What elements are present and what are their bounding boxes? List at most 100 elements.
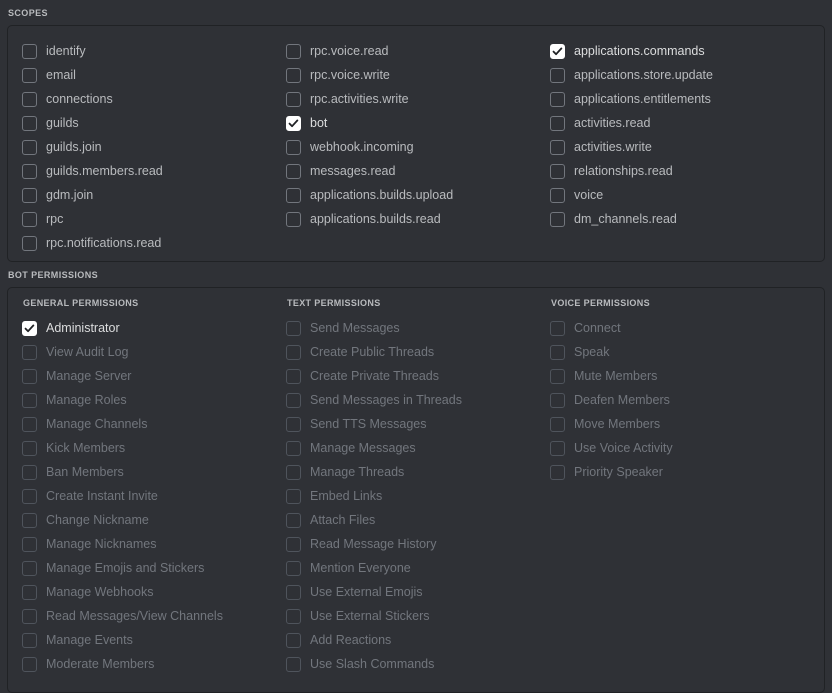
checkbox-unchecked: [22, 560, 37, 576]
scope-row[interactable]: rpc.notifications.read: [22, 231, 286, 255]
checkbox-unchecked: [286, 488, 301, 504]
scope-row[interactable]: applications.builds.read: [286, 207, 550, 231]
checkbox-checked[interactable]: [550, 43, 565, 59]
scope-row[interactable]: rpc.activities.write: [286, 87, 550, 111]
permission-row: Ban Members: [22, 460, 286, 484]
permission-label: Administrator: [46, 320, 120, 335]
checkbox-unchecked[interactable]: [550, 187, 565, 203]
checkbox-unchecked[interactable]: [550, 91, 565, 107]
checkbox-unchecked: [550, 416, 565, 432]
scope-row[interactable]: voice: [550, 183, 820, 207]
scope-row[interactable]: guilds.members.read: [22, 159, 286, 183]
checkbox-unchecked: [286, 512, 301, 528]
scope-row[interactable]: applications.entitlements: [550, 87, 820, 111]
checkbox-unchecked[interactable]: [286, 91, 301, 107]
checkbox-unchecked[interactable]: [286, 139, 301, 155]
permission-label: Manage Webhooks: [46, 584, 154, 599]
checkbox-checked[interactable]: [22, 320, 37, 336]
checkbox-unchecked[interactable]: [550, 211, 565, 227]
checkbox-unchecked[interactable]: [286, 211, 301, 227]
scope-row[interactable]: email: [22, 63, 286, 87]
checkbox-unchecked: [286, 392, 301, 408]
scope-row[interactable]: applications.commands: [550, 39, 820, 63]
checkbox-unchecked: [22, 512, 37, 528]
checkbox-unchecked[interactable]: [286, 67, 301, 83]
checkbox-unchecked: [22, 488, 37, 504]
scope-row[interactable]: rpc.voice.read: [286, 39, 550, 63]
bot-permissions-section: BOT PERMISSIONS GENERAL PERMISSIONS Admin…: [0, 262, 832, 693]
checkbox-unchecked: [286, 632, 301, 648]
checkbox-unchecked[interactable]: [22, 235, 37, 251]
permission-row: Mention Everyone: [286, 556, 550, 580]
scope-row[interactable]: connections: [22, 87, 286, 111]
permission-row: Send TTS Messages: [286, 412, 550, 436]
permission-row: Kick Members: [22, 436, 286, 460]
permission-row[interactable]: Administrator: [22, 316, 286, 340]
checkbox-unchecked[interactable]: [286, 187, 301, 203]
checkbox-unchecked[interactable]: [550, 115, 565, 131]
permission-label: Add Reactions: [310, 632, 392, 647]
scope-row[interactable]: identify: [22, 39, 286, 63]
scope-label: rpc.voice.read: [310, 43, 389, 58]
checkbox-unchecked: [550, 392, 565, 408]
permission-row: Read Messages/View Channels: [22, 604, 286, 628]
permission-label: View Audit Log: [46, 344, 129, 359]
scope-row[interactable]: webhook.incoming: [286, 135, 550, 159]
permission-row: Send Messages: [286, 316, 550, 340]
checkbox-unchecked[interactable]: [22, 67, 37, 83]
checkbox-unchecked: [550, 344, 565, 360]
bot-permissions-panel: GENERAL PERMISSIONS Administrator View Aud…: [7, 287, 825, 693]
scope-row[interactable]: guilds.join: [22, 135, 286, 159]
checkbox-unchecked[interactable]: [22, 211, 37, 227]
checkbox-unchecked[interactable]: [286, 163, 301, 179]
checkbox-unchecked[interactable]: [22, 139, 37, 155]
checkbox-unchecked: [22, 464, 37, 480]
scope-row[interactable]: bot: [286, 111, 550, 135]
permission-row: Move Members: [550, 412, 820, 436]
scopes-column-2: rpc.voice.read rpc.voice.write rpc.activit…: [286, 39, 550, 231]
checkbox-unchecked: [286, 320, 301, 336]
permission-label: Move Members: [574, 416, 661, 431]
permission-label: Create Instant Invite: [46, 488, 158, 503]
permission-row: Priority Speaker: [550, 460, 820, 484]
checkbox-unchecked[interactable]: [286, 43, 301, 59]
scope-row[interactable]: relationships.read: [550, 159, 820, 183]
scope-label: activities.read: [574, 115, 651, 130]
checkbox-unchecked[interactable]: [550, 67, 565, 83]
checkbox-checked[interactable]: [286, 115, 301, 131]
scope-row[interactable]: applications.store.update: [550, 63, 820, 87]
checkbox-unchecked: [286, 416, 301, 432]
permissions-column-heading: TEXT PERMISSIONS: [287, 298, 381, 308]
scope-label: bot: [310, 115, 328, 130]
checkbox-unchecked[interactable]: [550, 163, 565, 179]
permission-row: Connect: [550, 316, 820, 340]
scope-label: rpc.notifications.read: [46, 235, 162, 250]
permission-label: Use Slash Commands: [310, 656, 435, 671]
checkbox-unchecked[interactable]: [22, 163, 37, 179]
scope-row[interactable]: activities.write: [550, 135, 820, 159]
scope-row[interactable]: rpc.voice.write: [286, 63, 550, 87]
scope-row[interactable]: guilds: [22, 111, 286, 135]
checkbox-unchecked[interactable]: [22, 187, 37, 203]
permission-row: Deafen Members: [550, 388, 820, 412]
permission-row: Mute Members: [550, 364, 820, 388]
scope-label: applications.entitlements: [574, 91, 711, 106]
scope-row[interactable]: messages.read: [286, 159, 550, 183]
scope-row[interactable]: rpc: [22, 207, 286, 231]
permission-label: Manage Messages: [310, 440, 416, 455]
scope-label: gdm.join: [46, 187, 94, 202]
permission-row: Send Messages in Threads: [286, 388, 550, 412]
permission-row: Use External Emojis: [286, 580, 550, 604]
scope-row[interactable]: applications.builds.upload: [286, 183, 550, 207]
scope-row[interactable]: activities.read: [550, 111, 820, 135]
scope-row[interactable]: gdm.join: [22, 183, 286, 207]
checkbox-unchecked: [286, 560, 301, 576]
checkbox-unchecked[interactable]: [22, 43, 37, 59]
scope-row[interactable]: dm_channels.read: [550, 207, 820, 231]
checkbox-unchecked[interactable]: [22, 91, 37, 107]
oauth2-url-generator-page: SCOPES identify email connections guilds gui…: [0, 0, 832, 693]
permission-row: Use Voice Activity: [550, 436, 820, 460]
checkbox-unchecked[interactable]: [22, 115, 37, 131]
checkbox-unchecked[interactable]: [550, 139, 565, 155]
permission-row: Manage Messages: [286, 436, 550, 460]
